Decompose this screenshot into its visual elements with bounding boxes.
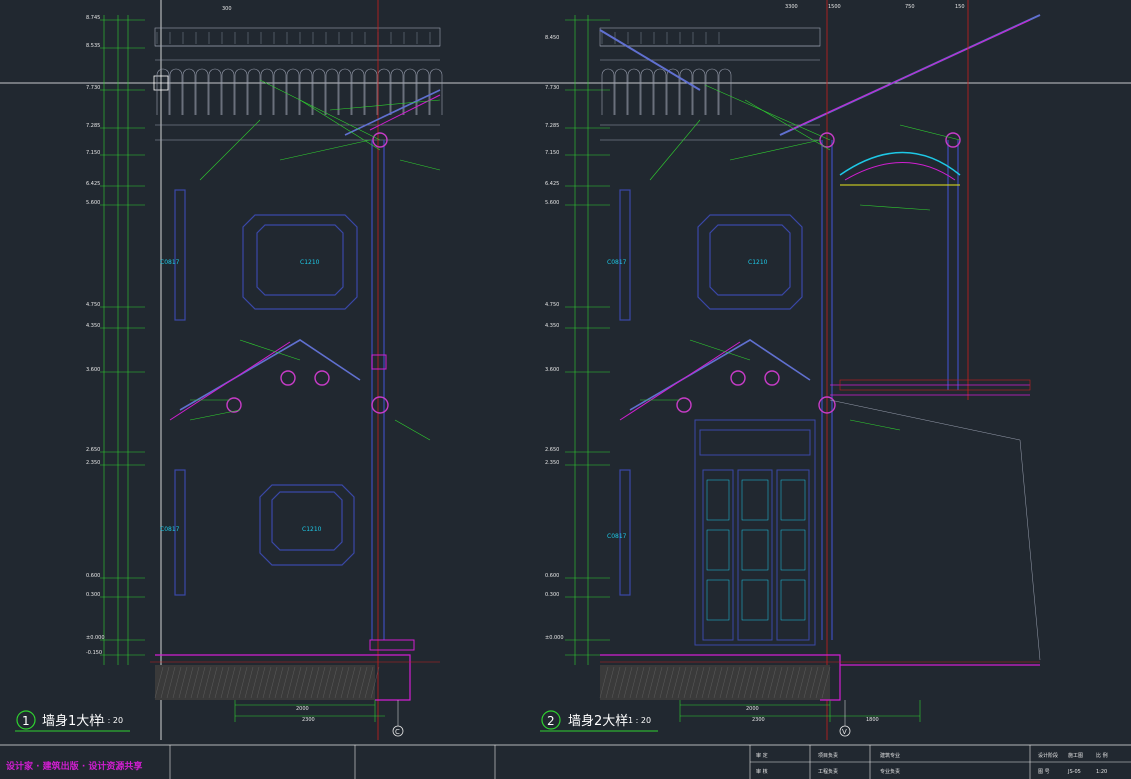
top-dim: 150 — [955, 4, 965, 10]
level-label: 2.350 — [86, 460, 100, 466]
top-dim: 1500 — [828, 4, 841, 10]
detail-title: 墙身1大样 — [42, 713, 102, 729]
room-label: C0817 — [607, 259, 627, 266]
level-label: 8.535 — [86, 43, 100, 49]
room-label: C0817 — [160, 259, 180, 266]
level-label: 2.650 — [545, 447, 559, 453]
level-label: 5.600 — [86, 200, 100, 206]
tb-cell: 专业负责 — [880, 768, 900, 775]
bottom-dim: 2000 — [296, 706, 309, 712]
level-label: 0.600 — [86, 573, 100, 579]
level-label: 7.730 — [545, 85, 559, 91]
tb-cell: 工程负责 — [818, 768, 838, 775]
level-label: 4.350 — [86, 323, 100, 329]
level-label: 7.285 — [86, 123, 100, 129]
level-label: 0.600 — [545, 573, 559, 579]
level-label: 7.150 — [86, 150, 100, 156]
room-label: C1210 — [300, 259, 320, 266]
level-label: 7.730 — [86, 85, 100, 91]
level-label: 8.450 — [545, 35, 559, 41]
level-label: 6.425 — [545, 181, 559, 187]
detail-scale: 1 : 20 — [628, 716, 651, 725]
level-label: 3.600 — [86, 367, 100, 373]
room-label: C0817 — [160, 526, 180, 533]
tb-cell: JS-05 — [1067, 769, 1081, 775]
tb-cell: 项目负责 — [818, 752, 838, 759]
detail-number: 1 — [22, 714, 30, 728]
level-label: 7.150 — [545, 150, 559, 156]
bottom-dim: 2300 — [752, 717, 765, 723]
tb-cell: 1:20 — [1096, 769, 1107, 775]
level-label: 4.750 — [545, 302, 559, 308]
level-label: ±0.000 — [86, 635, 105, 641]
detail-number: 2 — [547, 714, 555, 728]
level-label: -0.150 — [86, 650, 102, 656]
level-label: 4.750 — [86, 302, 100, 308]
room-label: C1210 — [302, 526, 322, 533]
watermark-text: 设计家 · 建筑出版 · 设计资源共享 — [6, 760, 142, 772]
level-label: 8.745 — [86, 15, 100, 21]
tb-cell: 设计阶段 — [1038, 752, 1058, 759]
level-label: 6.425 — [86, 181, 100, 187]
bottom-dim: 2000 — [746, 706, 759, 712]
level-label: 2.350 — [545, 460, 559, 466]
level-label: 7.285 — [545, 123, 559, 129]
level-label: 2.650 — [86, 447, 100, 453]
tb-cell: 比 例 — [1096, 752, 1108, 759]
tb-cell: 图 号 — [1038, 769, 1050, 775]
level-label: 0.300 — [545, 592, 559, 598]
tb-cell: 建筑专业 — [880, 752, 900, 759]
detail-scale: 1 : 20 — [100, 716, 123, 725]
axis-label: V — [842, 728, 847, 736]
level-label: 4.350 — [545, 323, 559, 329]
level-label: ±0.000 — [545, 635, 564, 641]
top-dim: 3300 — [785, 4, 798, 10]
bottom-dim: 1800 — [866, 717, 879, 723]
cad-drawing: 8.745 8.535 7.730 7.285 7.150 6.425 5.600 4.750… — [0, 0, 1131, 779]
tb-cell: 审 定 — [756, 752, 768, 759]
top-dim: 300 — [222, 6, 232, 12]
room-label: C1210 — [748, 259, 768, 266]
top-dim: 750 — [905, 4, 915, 10]
level-label: 5.600 — [545, 200, 559, 206]
axis-label: C — [395, 728, 400, 736]
detail-title: 墙身2大样 — [568, 713, 628, 729]
room-label: C0817 — [607, 533, 627, 540]
bottom-dim: 2300 — [302, 717, 315, 723]
level-label: 3.600 — [545, 367, 559, 373]
level-label: 0.300 — [86, 592, 100, 598]
tb-cell: 施工图 — [1068, 752, 1083, 759]
tb-cell: 审 核 — [756, 768, 768, 775]
